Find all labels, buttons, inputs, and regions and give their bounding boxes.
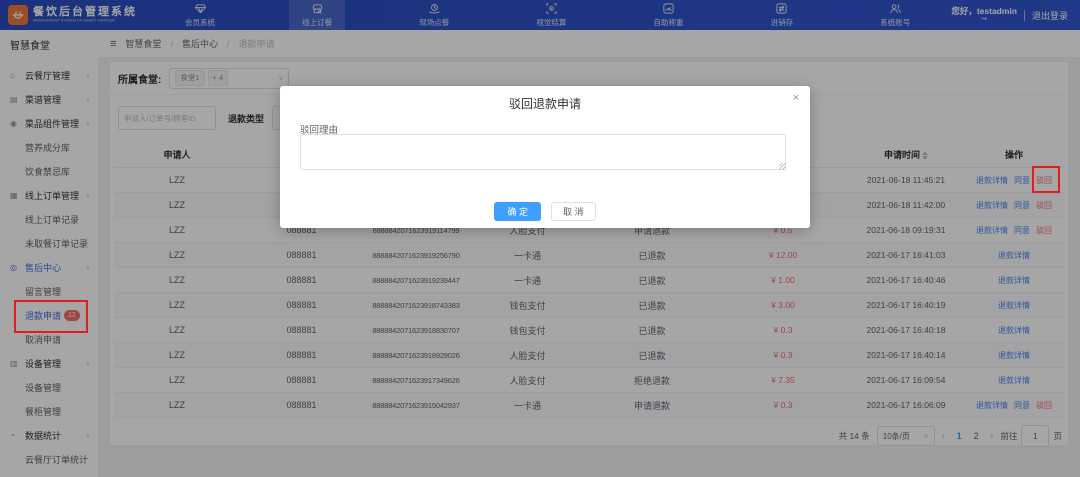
reject-reason-textarea[interactable] [300, 134, 786, 170]
modal-title: 驳回退款申请 [280, 86, 810, 112]
modal-overlay [0, 0, 1080, 477]
cancel-button[interactable]: 取 消 [551, 202, 596, 221]
modal-footer: 确 定 取 消 [280, 202, 810, 221]
close-icon[interactable]: × [793, 93, 799, 104]
reject-refund-modal: 驳回退款申请 × 驳回理由 确 定 取 消 [280, 86, 810, 228]
confirm-button[interactable]: 确 定 [494, 202, 541, 221]
textarea-resize-handle[interactable] [779, 163, 786, 170]
